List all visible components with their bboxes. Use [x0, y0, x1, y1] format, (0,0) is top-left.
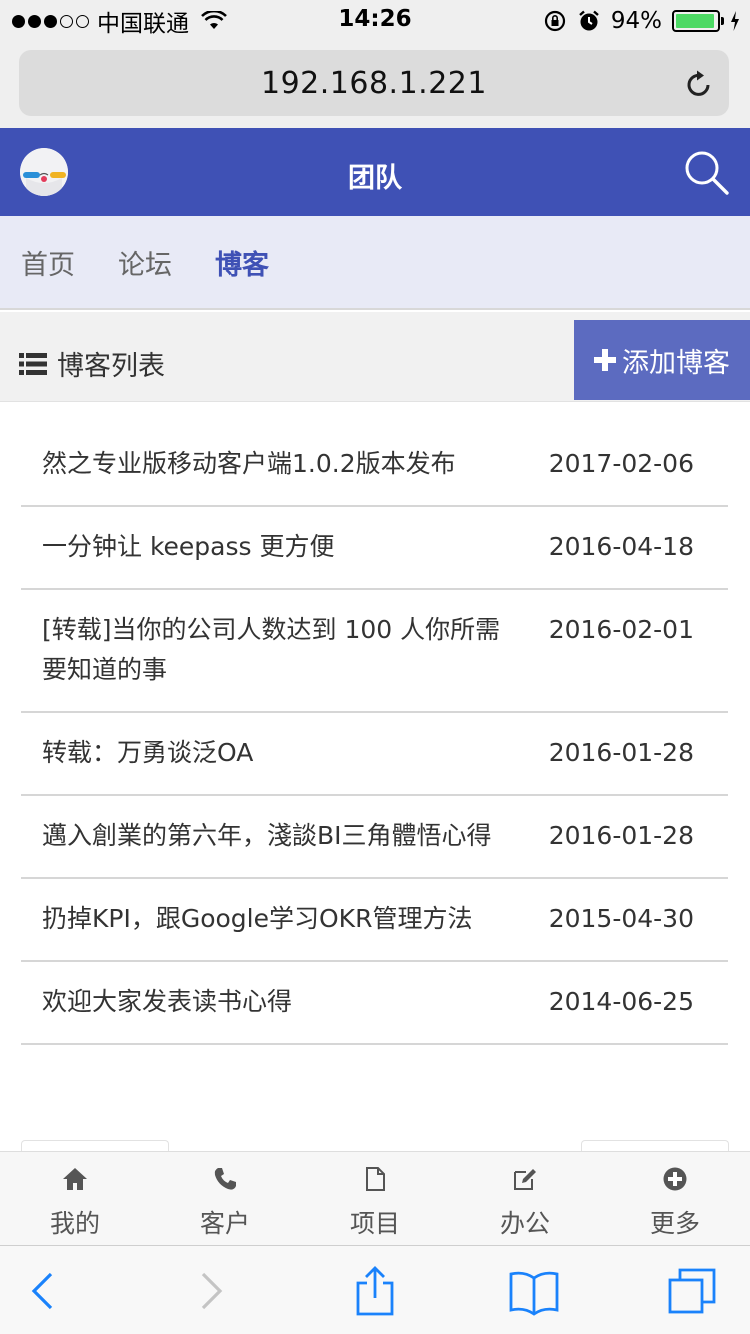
blog-title[interactable]: [转载]当你的公司人数达到 100 人你所需要知道的事 — [42, 610, 502, 690]
bottom-nav-more[interactable]: 更多 — [600, 1152, 750, 1245]
list-title-text: 博客列表 — [57, 351, 165, 382]
blog-title[interactable]: 扔掉KPI，跟Google学习OKR管理方法 — [42, 899, 502, 939]
plus-circle-icon — [663, 1167, 687, 1191]
blog-title[interactable]: 一分钟让 keepass 更方便 — [42, 527, 502, 567]
bottom-nav: 我的 客户 项目 办公 更多 — [0, 1151, 750, 1245]
browser-toolbar — [0, 1245, 750, 1334]
battery-percent: 94% — [610, 8, 662, 34]
blog-date: 2015-04-30 — [548, 904, 694, 933]
list-header: 博客列表 添加博客 — [0, 312, 750, 402]
status-right: 94% — [543, 6, 740, 36]
charging-bolt-icon — [731, 11, 739, 31]
tab-forum[interactable]: 论坛 — [118, 243, 172, 282]
status-bar: 中国联通 14:26 94% — [0, 0, 750, 40]
forward-icon[interactable] — [186, 1266, 236, 1316]
blog-date: 2016-04-18 — [548, 532, 694, 561]
alarm-icon — [579, 10, 599, 31]
blog-list: 然之专业版移动客户端1.0.2版本发布 2017-02-06 一分钟让 keep… — [21, 424, 728, 1045]
page-title: 团队 — [348, 163, 402, 194]
blog-title[interactable]: 欢迎大家发表读书心得 — [42, 982, 502, 1022]
home-icon — [63, 1168, 87, 1190]
bottom-nav-label: 客户 — [199, 1209, 250, 1238]
blog-title[interactable]: 邁入創業的第六年，淺談BI三角體悟心得 — [42, 816, 502, 856]
bottom-nav-label: 办公 — [499, 1209, 550, 1238]
bottom-nav-mine[interactable]: 我的 — [0, 1152, 150, 1245]
url-text[interactable]: 192.168.1.221 — [19, 66, 729, 101]
nav-tabs: 首页 论坛 博客 — [0, 216, 750, 310]
tabs-icon[interactable] — [668, 1266, 718, 1316]
reload-icon[interactable] — [683, 68, 715, 100]
blog-date: 2014-06-25 — [548, 987, 694, 1016]
phone-icon — [214, 1168, 236, 1190]
blog-date: 2016-01-28 — [548, 821, 694, 850]
bottom-nav-label: 项目 — [349, 1209, 400, 1238]
bottom-nav-label: 更多 — [649, 1209, 700, 1238]
edit-icon — [514, 1169, 536, 1190]
tab-home[interactable]: 首页 — [21, 243, 75, 282]
file-icon — [366, 1167, 385, 1191]
list-item[interactable]: 欢迎大家发表读书心得 2014-06-25 — [21, 962, 728, 1045]
blog-date: 2016-01-28 — [548, 738, 694, 767]
bottom-nav-customer[interactable]: 客户 — [150, 1152, 300, 1245]
list-item[interactable]: 邁入創業的第六年，淺談BI三角體悟心得 2016-01-28 — [21, 796, 728, 879]
bookmarks-icon[interactable] — [509, 1266, 559, 1316]
blog-date: 2017-02-06 — [548, 449, 694, 478]
list-item[interactable]: 扔掉KPI，跟Google学习OKR管理方法 2015-04-30 — [21, 879, 728, 962]
list-item[interactable]: 然之专业版移动客户端1.0.2版本发布 2017-02-06 — [21, 424, 728, 507]
rotation-lock-icon — [544, 10, 565, 32]
address-bar[interactable]: 192.168.1.221 — [19, 50, 729, 116]
blog-date: 2016-02-01 — [548, 615, 694, 644]
app-header: 团队 — [0, 128, 750, 216]
blog-title[interactable]: 然之专业版移动客户端1.0.2版本发布 — [42, 444, 502, 484]
search-icon[interactable] — [682, 148, 730, 196]
battery-icon — [672, 10, 724, 32]
battery-level — [676, 14, 714, 28]
tab-blog[interactable]: 博客 — [215, 243, 269, 282]
bottom-nav-label: 我的 — [49, 1209, 100, 1238]
share-icon[interactable] — [350, 1266, 400, 1316]
plus-icon — [594, 349, 616, 371]
list-item[interactable]: 一分钟让 keepass 更方便 2016-04-18 — [21, 507, 728, 590]
add-blog-label: 添加博客 — [622, 347, 730, 379]
bottom-nav-office[interactable]: 办公 — [450, 1152, 600, 1245]
blog-title[interactable]: 转载：万勇谈泛OA — [42, 733, 502, 773]
list-item[interactable]: [转载]当你的公司人数达到 100 人你所需要知道的事 2016-02-01 — [21, 590, 728, 713]
list-item[interactable]: 转载：万勇谈泛OA 2016-01-28 — [21, 713, 728, 796]
add-blog-button[interactable]: 添加博客 — [574, 320, 750, 400]
list-icon — [19, 352, 47, 375]
back-icon[interactable] — [18, 1266, 68, 1316]
bottom-nav-project[interactable]: 项目 — [300, 1152, 450, 1245]
browser-address-area: 192.168.1.221 — [0, 40, 750, 128]
list-title: 博客列表 — [19, 344, 165, 383]
